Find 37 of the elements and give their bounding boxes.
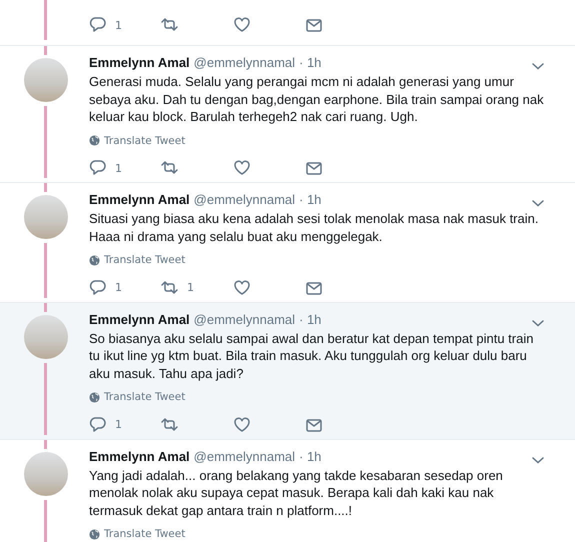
tweet-card[interactable] — [0, 302, 575, 440]
globe-icon — [89, 135, 100, 146]
translate-link[interactable]: Translate Tweet — [89, 526, 186, 542]
tweet-text: Situasi yang biasa aku kena adalah sesi tolak menolak masa nak masuk train. Haaa ni drama yang selalu buat aku menggelegak. — [89, 210, 540, 245]
retweet-button[interactable]: 1 — [160, 278, 233, 298]
translate-link[interactable]: Translate Tweet — [89, 252, 186, 268]
author-name[interactable]: Emmelynn Amal — [89, 55, 190, 70]
tweet-card[interactable] — [0, 46, 575, 183]
reply-button[interactable]: 1 — [88, 278, 161, 298]
tweet-text: So biasanya aku selalu sampai awal dan beratur kat depan tempat pintu train tu ikut line yg ktm buat. Bila train masuk. Aku tunggulah org keluar dulu baru aku masuk. Tahu apa jadi? — [89, 330, 534, 382]
tweet-time[interactable]: · 1h — [299, 55, 322, 70]
reply-button[interactable]: 1 — [88, 15, 161, 35]
reply-button[interactable]: 1 — [88, 158, 161, 178]
author-handle[interactable]: @emmelynnamal — [194, 55, 296, 70]
reply-icon — [88, 414, 108, 434]
reply-icon — [88, 278, 108, 298]
translate-link[interactable]: Translate Tweet — [89, 389, 186, 405]
heart-icon — [232, 278, 252, 298]
reply-button[interactable]: 1 — [88, 414, 161, 434]
tweet-text: Yang jadi adalah... orang belakang yang takde kesabaran sesedap oren menolak nolak aku supaya cepat masuk. Berapa kali dah kaki kau nak termasuk dekat gap antara train n platform....! — [89, 466, 504, 519]
tweet-card[interactable] — [0, 440, 575, 542]
globe-icon — [89, 254, 100, 266]
heart-icon — [232, 414, 252, 434]
translate-link[interactable]: Translate Tweet — [89, 132, 186, 148]
author-handle[interactable]: @emmelynnamal — [194, 312, 296, 326]
author-name[interactable]: Emmelynn Amal — [89, 192, 190, 207]
author-name[interactable]: Emmelynn Amal — [89, 312, 190, 326]
author-name[interactable]: Emmelynn Amal — [89, 448, 190, 464]
author-handle[interactable]: @emmelynnamal — [194, 448, 296, 464]
tweet-time[interactable]: · 1h — [299, 448, 322, 464]
tweet-time[interactable]: · 1h — [299, 192, 322, 207]
globe-icon — [89, 528, 100, 540]
tweet-card[interactable]: Emmelynn Amal @emmelynnamal · 1h Situasi yang biasa aku kena adalah sesi tolak menolak masa nak masuk train. Haaa ni drama yang selalu buat aku menggelegak. Translate Tweet 1 1 — [0, 183, 575, 302]
tweet-time[interactable]: · 1h — [299, 312, 322, 326]
author-handle[interactable]: @emmelynnamal — [194, 192, 296, 207]
globe-icon — [89, 392, 100, 402]
tweet-text: Generasi muda. Selalu yang perangai mcm ni adalah generasi yang umur sebaya aku. Dah tu dengan bag,dengan earphone. Bila train sampai orang nak keluar kau block. Barulah terhegeh2 nak cari ruang. Ugh. — [89, 73, 545, 126]
